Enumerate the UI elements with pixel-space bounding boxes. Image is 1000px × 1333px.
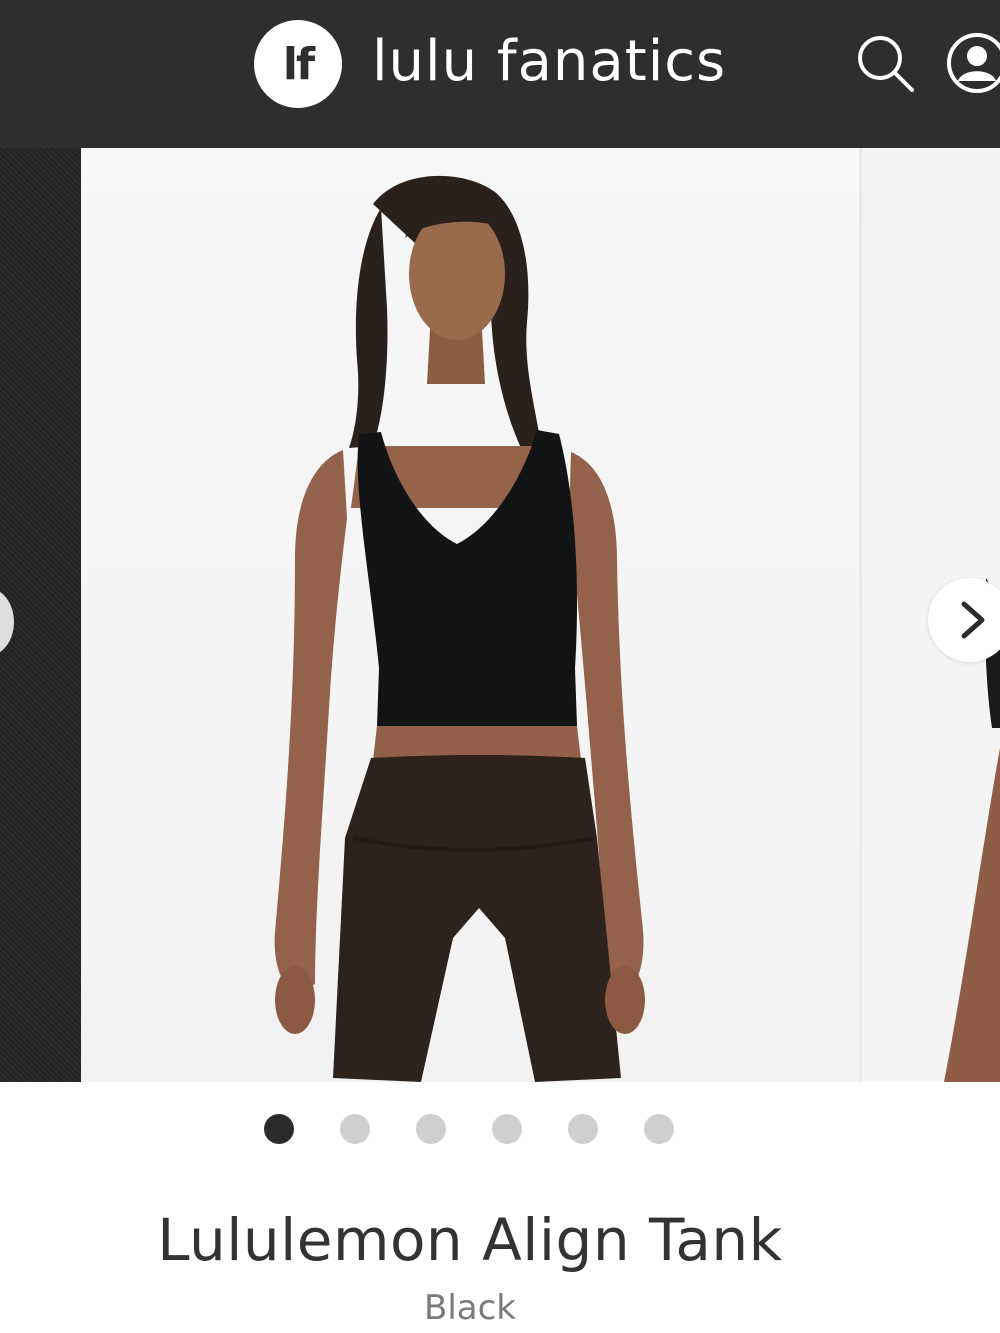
brand-logo[interactable]: lf [254, 20, 342, 108]
current-slide-image[interactable] [81, 148, 859, 1082]
product-page: lf lulu fanatics Lululemon Align Tank Bl… [0, 0, 1000, 1333]
product-color: Black [424, 1288, 516, 1328]
product-title: Lululemon Align Tank [157, 1206, 783, 1274]
app-header: lf lulu fanatics [0, 0, 1000, 148]
carousel-dot-2[interactable] [340, 1114, 370, 1144]
product-image-carousel[interactable] [0, 148, 1000, 1082]
carousel-dot-4[interactable] [492, 1114, 522, 1144]
carousel-dot-3[interactable] [416, 1114, 446, 1144]
user-account-icon [947, 33, 1000, 93]
carousel-dot-1[interactable] [264, 1114, 294, 1144]
carousel-dot-5[interactable] [568, 1114, 598, 1144]
brand-name: lulu fanatics [372, 29, 727, 94]
logo-text: lf [282, 38, 315, 90]
product-photo [274, 175, 645, 1082]
chevron-right-icon [961, 601, 985, 639]
carousel-dot-6[interactable] [644, 1114, 674, 1144]
carousel-pagination [264, 1114, 684, 1146]
search-icon [858, 36, 914, 92]
search-button[interactable] [852, 30, 918, 96]
account-button[interactable] [944, 30, 1000, 96]
